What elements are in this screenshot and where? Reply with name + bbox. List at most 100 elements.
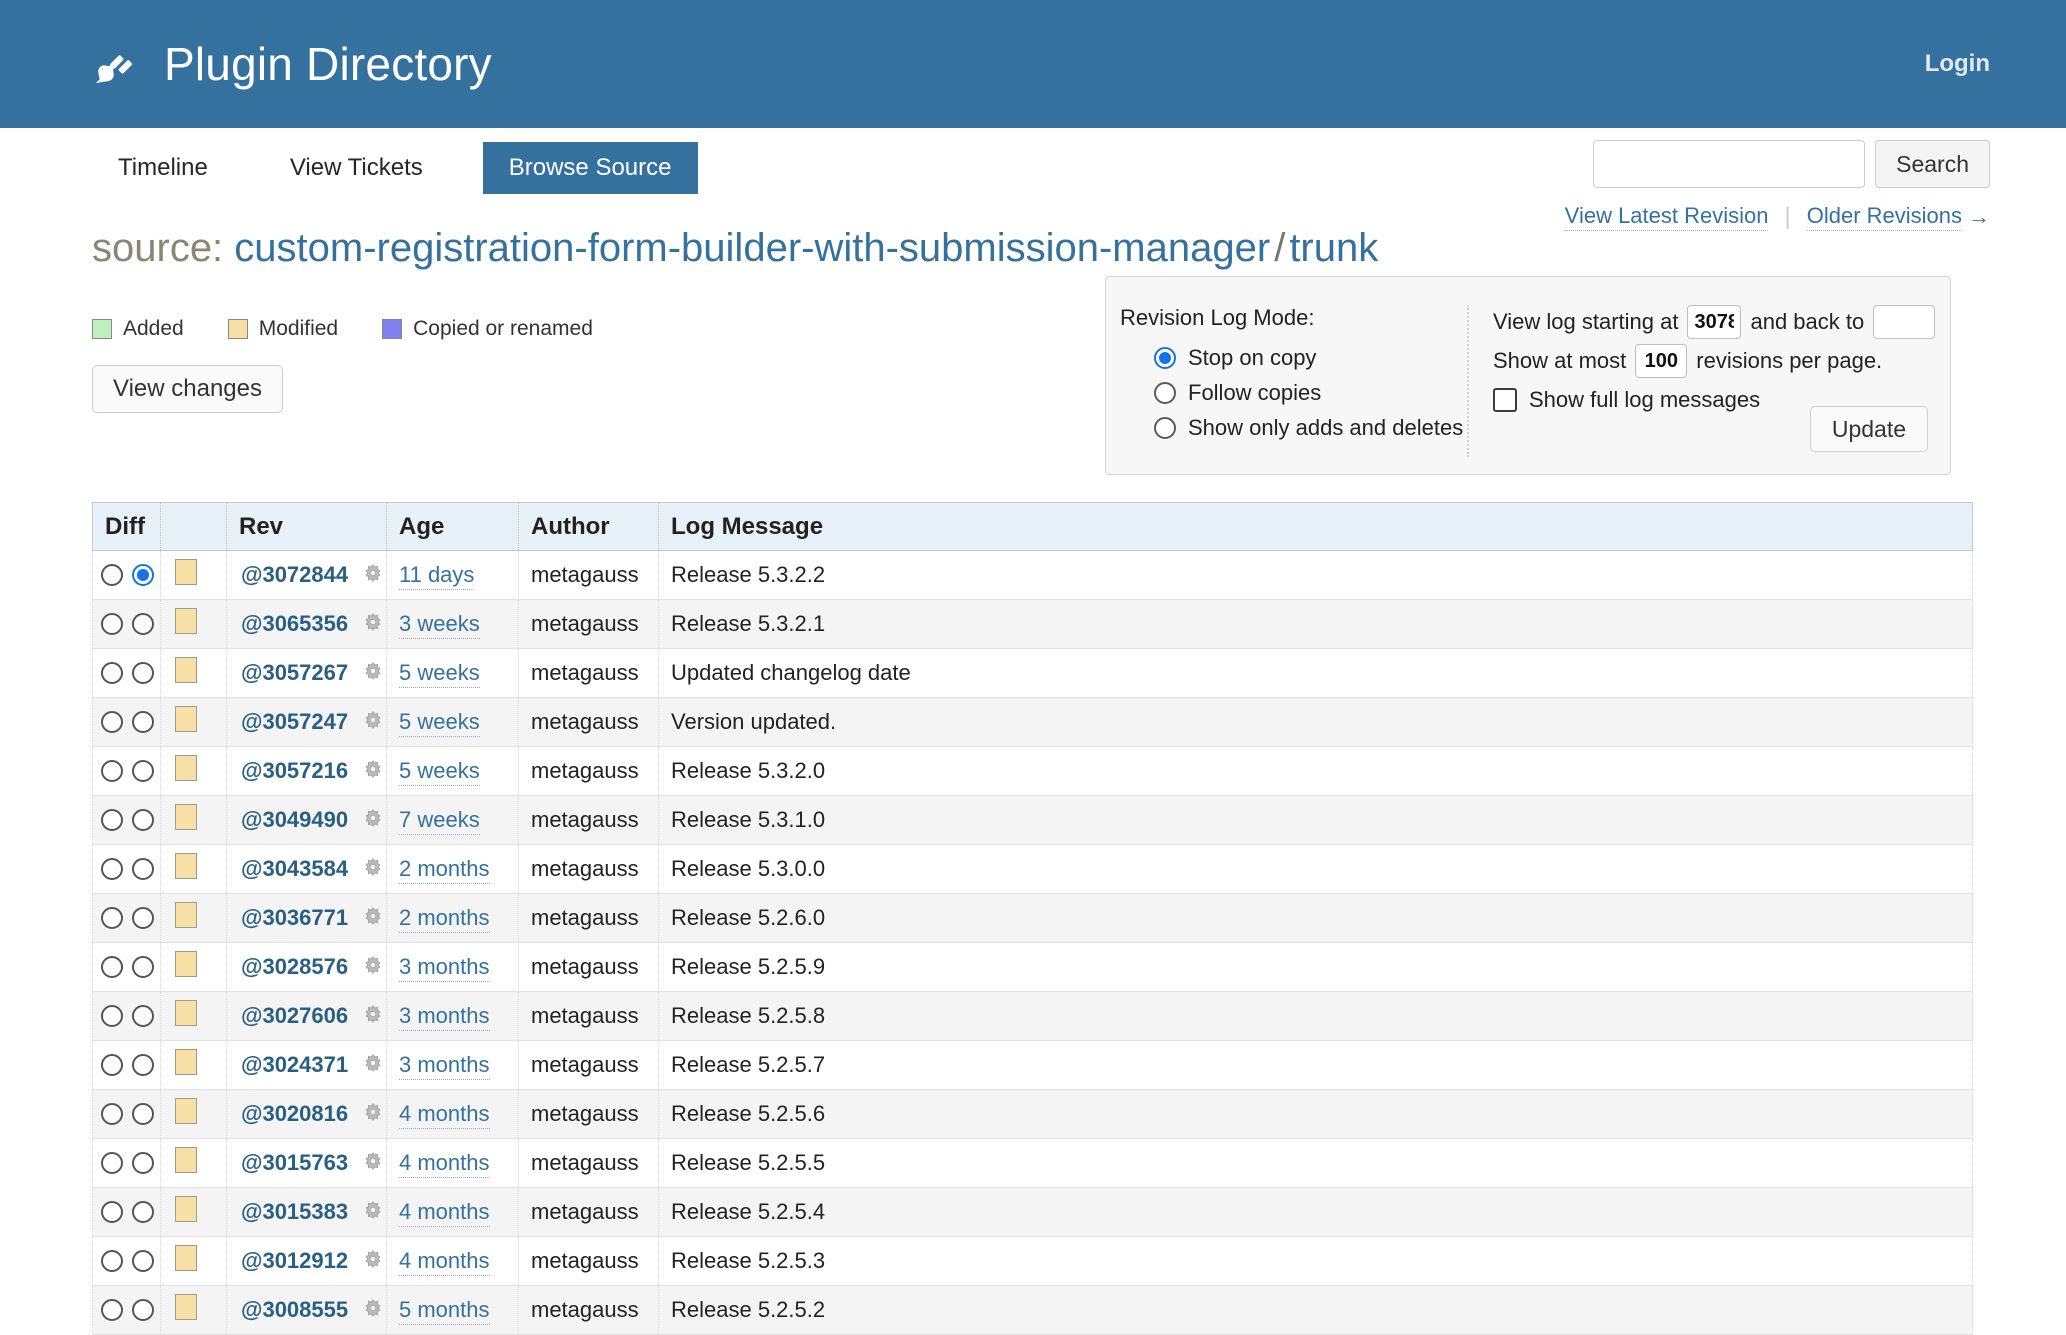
view-changes-button[interactable]: View changes — [92, 365, 283, 413]
diff-to-radio[interactable] — [132, 1201, 154, 1223]
diff-from-radio[interactable] — [101, 1299, 123, 1321]
revision-link[interactable]: @3057247 — [241, 709, 348, 734]
age-link[interactable]: 4 months — [399, 1150, 490, 1178]
diff-from-radio[interactable] — [101, 711, 123, 733]
back-to-revision-input[interactable] — [1873, 305, 1936, 339]
revision-link[interactable]: @3015383 — [241, 1199, 348, 1224]
age-link[interactable]: 4 months — [399, 1248, 490, 1276]
diff-from-radio[interactable] — [101, 809, 123, 831]
radio-button-icon[interactable] — [1154, 381, 1176, 404]
nav-item-view-tickets[interactable]: View Tickets — [264, 142, 449, 194]
gear-icon[interactable] — [362, 710, 384, 732]
gear-icon[interactable] — [362, 1004, 384, 1026]
gear-icon[interactable] — [362, 906, 384, 928]
diff-from-radio[interactable] — [101, 760, 123, 782]
update-button[interactable]: Update — [1809, 406, 1928, 452]
age-link[interactable]: 2 months — [399, 856, 490, 884]
age-link[interactable]: 3 months — [399, 954, 490, 982]
age-link[interactable]: 5 weeks — [399, 660, 480, 688]
gear-icon[interactable] — [362, 563, 384, 585]
nav-item-timeline[interactable]: Timeline — [92, 142, 234, 194]
revision-link[interactable]: @3027606 — [241, 1003, 348, 1028]
age-link[interactable]: 5 weeks — [399, 758, 480, 786]
diff-from-radio[interactable] — [101, 956, 123, 978]
diff-to-radio[interactable] — [132, 1054, 154, 1076]
view-latest-revision-link[interactable]: View Latest Revision — [1564, 203, 1769, 231]
gear-icon[interactable] — [362, 1053, 384, 1075]
revision-link[interactable]: @3020816 — [241, 1101, 348, 1126]
diff-from-radio[interactable] — [101, 858, 123, 880]
age-link[interactable]: 3 months — [399, 1003, 490, 1031]
diff-to-radio[interactable] — [132, 907, 154, 929]
age-link[interactable]: 5 weeks — [399, 709, 480, 737]
gear-icon[interactable] — [362, 1298, 384, 1320]
diff-from-radio[interactable] — [101, 1103, 123, 1125]
gear-icon[interactable] — [362, 857, 384, 879]
diff-from-radio[interactable] — [101, 1005, 123, 1027]
search-button[interactable]: Search — [1875, 140, 1990, 188]
site-logo-and-title[interactable]: Plugin Directory — [92, 41, 1925, 87]
diff-to-radio[interactable] — [132, 711, 154, 733]
revision-link[interactable]: @3015763 — [241, 1150, 348, 1175]
gear-icon[interactable] — [362, 661, 384, 683]
diff-to-radio[interactable] — [132, 613, 154, 635]
age-link[interactable]: 3 weeks — [399, 611, 480, 639]
gear-icon[interactable] — [362, 808, 384, 830]
age-link[interactable]: 4 months — [399, 1101, 490, 1129]
diff-from-radio[interactable] — [101, 613, 123, 635]
gear-icon[interactable] — [362, 612, 384, 634]
diff-to-radio[interactable] — [132, 1152, 154, 1174]
gear-icon[interactable] — [362, 759, 384, 781]
radio-show-only-adds-and-deletes[interactable]: Show only adds and deletes — [1154, 411, 1467, 444]
diff-from-radio[interactable] — [101, 1250, 123, 1272]
diff-from-radio[interactable] — [101, 662, 123, 684]
gear-icon[interactable] — [362, 1249, 384, 1271]
revision-link[interactable]: @3072844 — [241, 562, 348, 587]
diff-from-radio[interactable] — [101, 1054, 123, 1076]
age-link[interactable]: 7 weeks — [399, 807, 480, 835]
login-link[interactable]: Login — [1925, 50, 1990, 78]
revision-link[interactable]: @3028576 — [241, 954, 348, 979]
diff-from-radio[interactable] — [101, 1152, 123, 1174]
breadcrumb-branch-link[interactable]: trunk — [1289, 226, 1378, 270]
checkbox-icon[interactable] — [1493, 388, 1517, 412]
gear-icon[interactable] — [362, 955, 384, 977]
diff-to-radio[interactable] — [132, 662, 154, 684]
diff-to-radio[interactable] — [132, 564, 154, 586]
radio-follow-copies[interactable]: Follow copies — [1154, 376, 1467, 409]
age-link[interactable]: 4 months — [399, 1199, 490, 1227]
diff-from-radio[interactable] — [101, 1201, 123, 1223]
age-link[interactable]: 3 months — [399, 1052, 490, 1080]
diff-to-radio[interactable] — [132, 1299, 154, 1321]
diff-from-radio[interactable] — [101, 564, 123, 586]
revision-link[interactable]: @3043584 — [241, 856, 348, 881]
gear-icon[interactable] — [362, 1102, 384, 1124]
nav-item-browse-source[interactable]: Browse Source — [482, 141, 698, 195]
diff-to-radio[interactable] — [132, 809, 154, 831]
start-revision-input[interactable] — [1687, 305, 1742, 339]
diff-to-radio[interactable] — [132, 760, 154, 782]
revision-limit-input[interactable] — [1635, 344, 1688, 378]
revision-link[interactable]: @3065356 — [241, 611, 348, 636]
revision-link[interactable]: @3036771 — [241, 905, 348, 930]
revision-link[interactable]: @3057216 — [241, 758, 348, 783]
age-link[interactable]: 2 months — [399, 905, 490, 933]
age-link[interactable]: 5 months — [399, 1297, 490, 1325]
diff-to-radio[interactable] — [132, 1005, 154, 1027]
diff-to-radio[interactable] — [132, 858, 154, 880]
age-link[interactable]: 11 days — [399, 562, 475, 590]
gear-icon[interactable] — [362, 1200, 384, 1222]
diff-to-radio[interactable] — [132, 1250, 154, 1272]
revision-link[interactable]: @3012912 — [241, 1248, 348, 1273]
older-revisions-link[interactable]: Older Revisions — [1806, 203, 1962, 231]
radio-stop-on-copy[interactable]: Stop on copy — [1154, 341, 1467, 374]
revision-link[interactable]: @3024371 — [241, 1052, 348, 1077]
search-input[interactable] — [1593, 140, 1866, 188]
breadcrumb-repo-link[interactable]: custom-registration-form-builder-with-su… — [234, 226, 1270, 270]
diff-from-radio[interactable] — [101, 907, 123, 929]
diff-to-radio[interactable] — [132, 956, 154, 978]
radio-button-icon[interactable] — [1154, 346, 1176, 369]
revision-link[interactable]: @3057267 — [241, 660, 348, 685]
gear-icon[interactable] — [362, 1151, 384, 1173]
revision-link[interactable]: @3008555 — [241, 1297, 348, 1322]
